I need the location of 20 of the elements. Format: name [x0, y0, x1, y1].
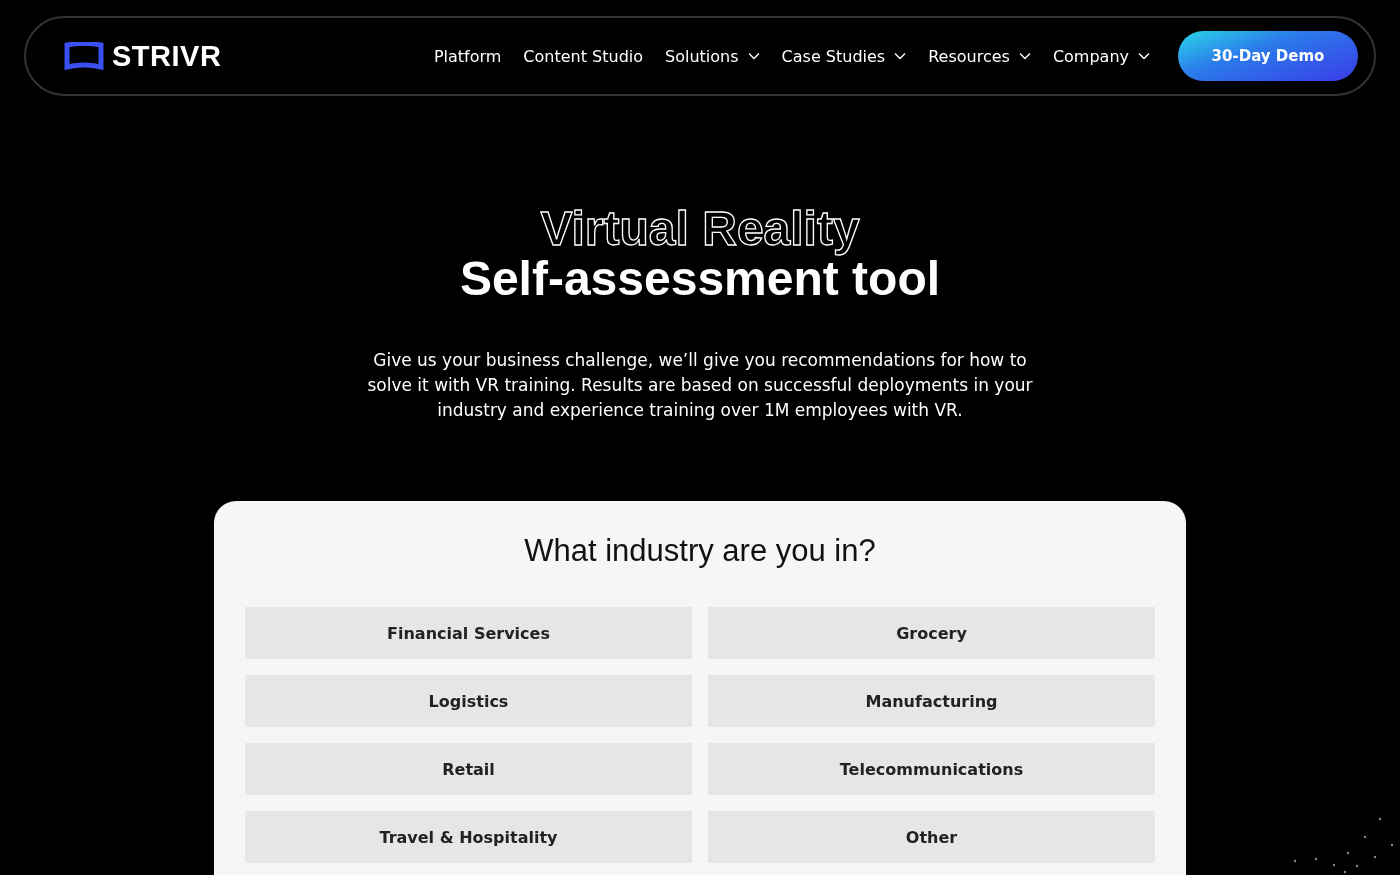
option-button[interactable]: Retail: [245, 743, 692, 795]
option-button[interactable]: Grocery: [708, 607, 1155, 659]
option-button[interactable]: Telecommunications: [708, 743, 1155, 795]
hero-eyebrow: Virtual Reality: [539, 204, 862, 254]
nav-link[interactable]: Case Studies: [781, 46, 907, 66]
hero-intro: Give us your business challenge, we’ll give you recommendations for how to solve it with VR training. Results are based on successful deployments in your industry and experience training over 1M employees with VR.: [366, 349, 1034, 422]
option-button[interactable]: Manufacturing: [708, 675, 1155, 727]
nav-link[interactable]: Content Studio: [523, 46, 644, 66]
option-button[interactable]: Travel & Hospitality: [245, 811, 692, 863]
nav-link[interactable]: Company: [1052, 46, 1150, 66]
option-button[interactable]: Other: [708, 811, 1155, 863]
nav-link[interactable]: Platform: [433, 46, 502, 66]
brand-name[interactable]: STRIVR: [112, 39, 222, 73]
logo-icon: [64, 42, 104, 70]
option-button[interactable]: Financial Services: [245, 607, 692, 659]
option-button[interactable]: Logistics: [245, 675, 692, 727]
question-title: What industry are you in?: [523, 533, 877, 569]
demo-button[interactable]: 30-Day Demo: [1178, 31, 1358, 81]
nav-link[interactable]: Solutions: [665, 46, 760, 66]
nav-link[interactable]: Resources: [928, 46, 1031, 66]
